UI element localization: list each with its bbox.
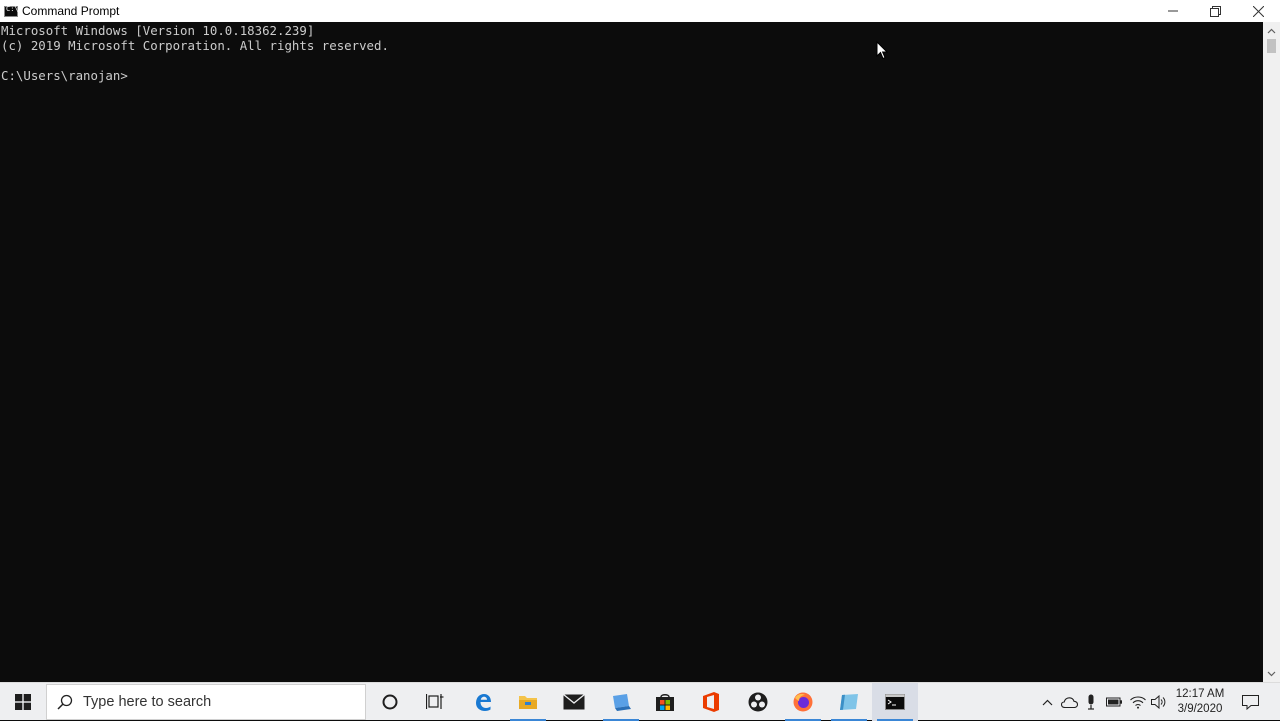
obs-button[interactable] xyxy=(735,683,781,721)
action-center-button[interactable] xyxy=(1236,683,1264,721)
battery-button[interactable] xyxy=(1103,683,1125,721)
windows-logo-icon xyxy=(15,694,31,710)
search-icon xyxy=(57,694,73,710)
window-title-bar[interactable]: Command Prompt xyxy=(0,0,1280,22)
command-prompt-line[interactable]: C:\Users\ranojan> xyxy=(0,68,1263,83)
restore-icon xyxy=(1210,5,1221,17)
file-explorer-button[interactable] xyxy=(505,683,551,721)
scroll-up-button[interactable] xyxy=(1263,22,1280,39)
notepad-icon xyxy=(840,694,858,710)
close-button[interactable] xyxy=(1237,0,1280,22)
edge-icon xyxy=(476,694,491,711)
notification-icon xyxy=(1241,694,1259,710)
scroll-thumb[interactable] xyxy=(1267,39,1276,53)
volume-icon xyxy=(1151,695,1166,709)
taskbar: 12:17 AM 3/9/2020 xyxy=(0,682,1280,721)
console-line: (c) 2019 Microsoft Corporation. All righ… xyxy=(1,38,389,53)
search-input[interactable] xyxy=(83,694,333,710)
minimize-icon xyxy=(1167,10,1178,12)
window-title: Command Prompt xyxy=(22,4,120,18)
mail-button[interactable] xyxy=(551,683,597,721)
microphone-button[interactable] xyxy=(1080,683,1102,721)
task-view-icon xyxy=(426,694,444,709)
file-explorer-icon xyxy=(519,696,537,709)
microphone-icon xyxy=(1088,694,1094,710)
virtual-machine-button[interactable] xyxy=(598,683,644,721)
taskbar-clock[interactable]: 12:17 AM 3/9/2020 xyxy=(1170,683,1230,721)
cmd-icon xyxy=(4,5,19,17)
clock-time: 12:17 AM xyxy=(1175,688,1225,700)
onedrive-icon xyxy=(1060,696,1078,708)
chevron-up-icon xyxy=(1267,28,1276,33)
office-icon xyxy=(703,692,719,712)
volume-button[interactable] xyxy=(1148,683,1170,721)
clock-date: 3/9/2020 xyxy=(1177,703,1223,715)
taskbar-search-box[interactable] xyxy=(46,684,366,720)
show-hidden-icons-button[interactable] xyxy=(1036,683,1058,721)
scroll-down-button[interactable] xyxy=(1263,665,1280,682)
battery-icon xyxy=(1105,697,1122,707)
wifi-icon xyxy=(1130,696,1146,709)
chevron-down-icon xyxy=(1267,671,1276,676)
mouse-pointer-icon xyxy=(876,41,888,60)
store-button[interactable] xyxy=(642,683,688,721)
vertical-scrollbar[interactable] xyxy=(1263,22,1280,682)
start-button[interactable] xyxy=(0,683,46,721)
obs-icon xyxy=(748,692,768,712)
command-prompt-button[interactable] xyxy=(872,683,918,721)
notepad-button[interactable] xyxy=(826,683,872,721)
store-icon xyxy=(656,694,674,711)
task-view-button[interactable] xyxy=(412,683,458,721)
chevron-up-icon xyxy=(1042,699,1052,705)
console-line: Microsoft Windows [Version 10.0.18362.23… xyxy=(1,23,315,38)
cortana-button[interactable] xyxy=(367,683,413,721)
office-button[interactable] xyxy=(688,683,734,721)
firefox-icon xyxy=(793,692,813,712)
restore-button[interactable] xyxy=(1194,0,1237,22)
cortana-icon xyxy=(382,694,398,710)
wifi-button[interactable] xyxy=(1127,683,1149,721)
minimize-button[interactable] xyxy=(1151,0,1194,22)
console-output[interactable]: Microsoft Windows [Version 10.0.18362.23… xyxy=(0,22,1263,683)
edge-button[interactable] xyxy=(460,683,506,721)
onedrive-button[interactable] xyxy=(1058,683,1080,721)
command-prompt-icon xyxy=(885,694,905,710)
firefox-button[interactable] xyxy=(780,683,826,721)
mail-icon xyxy=(563,694,585,710)
virtual-machine-icon xyxy=(613,694,631,711)
close-icon xyxy=(1253,5,1264,17)
window-controls xyxy=(1151,0,1280,22)
